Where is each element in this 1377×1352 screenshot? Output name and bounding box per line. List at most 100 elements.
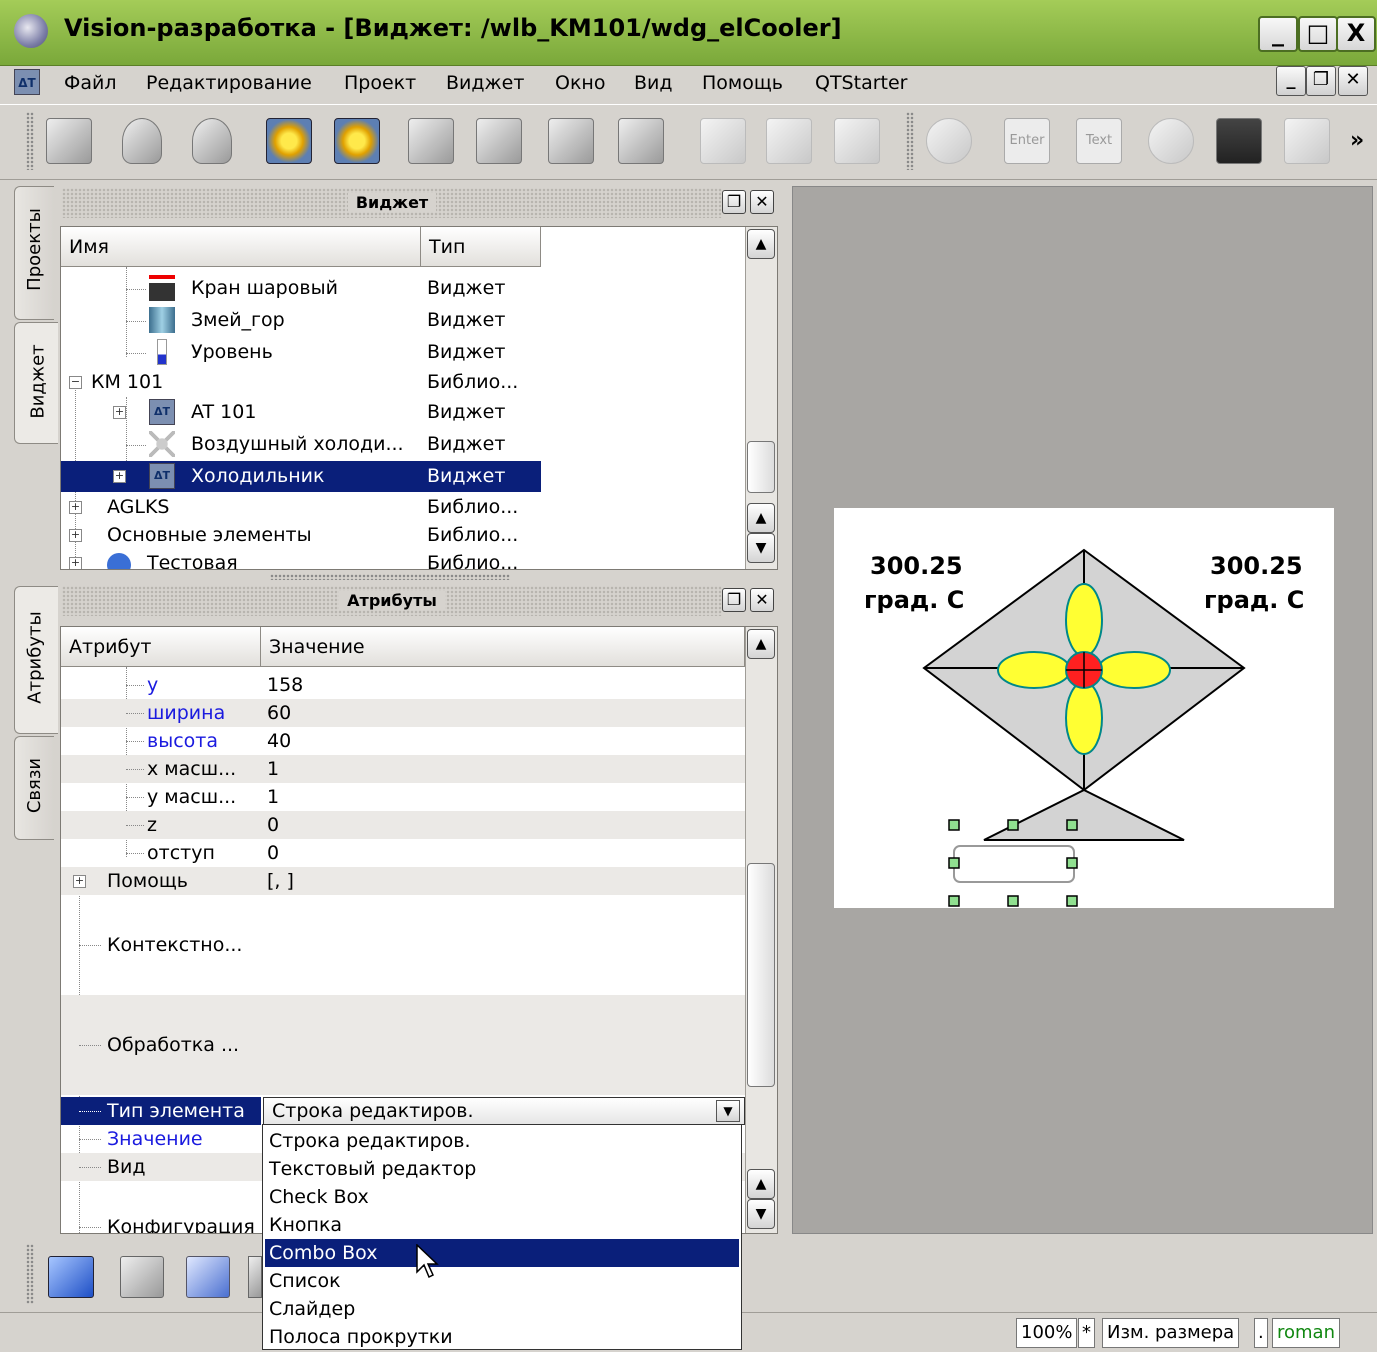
new-widget-icon[interactable] [334,118,380,164]
minimize-button[interactable]: _ [1258,16,1298,52]
expand-icon[interactable]: + [69,501,82,514]
db-load-icon[interactable] [122,118,162,164]
dropdown-option-selected[interactable]: Combo Box [265,1239,739,1267]
attr-row[interactable]: x масш... 1 [61,755,745,783]
tree-row[interactable]: + Тестовая Библио... [61,549,745,569]
menu-file[interactable]: Файл [64,72,117,94]
attributes-scrollbar[interactable]: ▲ ▲ ▼ [745,627,777,1233]
title-bar[interactable]: Vision-разработка - [Виджет: /wlb_KM101/… [0,0,1377,66]
column-name-header[interactable]: Имя [61,227,421,267]
visual-item-edit-icon[interactable] [618,118,664,164]
widget-canvas[interactable]: 300.25 град. С 300.25 град. С [834,508,1334,908]
expand-icon[interactable]: + [73,875,86,888]
close-button[interactable]: X [1336,16,1376,52]
column-attr-header[interactable]: Атрибут [61,627,261,667]
scroll-up-button-2[interactable]: ▲ [747,1169,775,1199]
scroll-down-button[interactable]: ▼ [747,1199,775,1229]
copy-icon[interactable] [766,118,812,164]
attr-row-selected[interactable]: Тип элемента [61,1097,261,1125]
scroll-up-button-2[interactable]: ▲ [747,503,775,533]
toolbar-more-icon[interactable]: » [1350,128,1364,153]
mdi-restore-button[interactable]: ❐ [1306,66,1336,96]
attr-dock-title[interactable]: Атрибуты [62,586,722,616]
tab-projects[interactable]: Проекты [14,186,54,320]
menu-edit[interactable]: Редактирование [146,72,312,94]
expand-icon[interactable]: + [113,470,126,483]
tree-row[interactable]: + ΔT AT 101 Виджет [61,397,745,428]
diagram-element-icon[interactable] [1216,118,1262,164]
level-up-icon[interactable] [186,1256,230,1298]
menu-project[interactable]: Проект [344,72,416,94]
text-element-icon[interactable]: Text [1076,118,1122,164]
menu-view[interactable]: Вид [634,72,673,94]
attr-value[interactable]: 60 [267,699,291,727]
element-type-dropdown[interactable]: Строка редактиров. Текстовый редактор Ch… [262,1124,742,1350]
toolbar-grip[interactable] [26,112,34,170]
paste-icon[interactable] [834,118,880,164]
new-library-icon[interactable] [266,118,312,164]
menu-window[interactable]: Окно [555,72,605,94]
scroll-thumb[interactable] [747,863,775,1087]
cut-icon[interactable] [700,118,746,164]
widget-dock-close-button[interactable]: ✕ [750,190,774,214]
scroll-down-button[interactable]: ▼ [747,533,775,563]
attr-row[interactable]: ширина 60 [61,699,745,727]
db-save-icon[interactable] [192,118,232,164]
element-type-combobox[interactable]: Строка редактиров. ▼ [263,1097,745,1125]
expand-icon[interactable]: + [113,406,126,419]
attr-row[interactable]: z 0 [61,811,745,839]
expand-icon[interactable]: + [69,557,82,569]
dropdown-option[interactable]: Строка редактиров. [269,1127,471,1155]
raise-widget-icon[interactable] [48,1256,94,1298]
attr-row-tall[interactable]: Обработка ... [61,995,745,1095]
user-indicator[interactable]: roman [1272,1318,1340,1348]
tab-attributes[interactable]: Атрибуты [14,586,58,734]
attr-value[interactable]: 0 [267,839,279,867]
tab-links[interactable]: Связи [14,736,54,840]
attr-row[interactable]: отступ 0 [61,839,745,867]
toolbar-grip-2[interactable] [906,112,914,170]
tree-row[interactable]: + Основные элементы Библио... [61,521,745,549]
column-value-header[interactable]: Значение [261,627,745,667]
dropdown-option[interactable]: Слайдер [269,1295,355,1323]
chevron-down-icon[interactable]: ▼ [716,1100,740,1122]
maximize-button[interactable]: □ [1298,16,1338,52]
level-down-icon[interactable] [248,1256,262,1298]
form-element-icon[interactable]: Enter [1004,118,1050,164]
dock-splitter[interactable] [270,574,510,580]
attr-dock-float-button[interactable]: ❐ [722,588,746,612]
tree-row[interactable]: Воздушный холоди... Виджет [61,429,745,460]
bottom-toolbar-grip[interactable] [26,1244,34,1304]
edit-mode-indicator[interactable]: Изм. размера [1102,1318,1240,1348]
attr-value[interactable]: 0 [267,811,279,839]
menu-widget[interactable]: Виджет [446,72,524,94]
attr-row-tall[interactable]: Контекстно... [61,895,745,995]
attr-value[interactable]: 1 [267,755,279,783]
dropdown-option[interactable]: Кнопка [269,1211,342,1239]
attr-value[interactable]: [, ] [267,867,294,895]
widget-dock-float-button[interactable]: ❐ [722,190,746,214]
attr-row[interactable]: y 158 [61,671,745,699]
dropdown-option[interactable]: Check Box [269,1183,369,1211]
tree-row[interactable]: Кран шаровый Виджет [61,273,745,304]
tree-row[interactable]: − КМ 101 Библио... [61,367,745,398]
attr-value[interactable]: 1 [267,783,279,811]
attr-row[interactable]: y масш... 1 [61,783,745,811]
menu-help[interactable]: Помощь [702,72,783,94]
tree-row[interactable]: Змей_гор Виджет [61,305,745,336]
scroll-thumb[interactable] [747,441,775,493]
tree-row-selected[interactable]: + ΔT Холодильник Виджет [61,461,541,492]
mdi-minimize-button[interactable]: _ [1276,66,1306,96]
attr-value[interactable]: 40 [267,727,291,755]
tree-row[interactable]: + AGLKS Библио... [61,493,745,521]
zoom-indicator[interactable]: 100% [1016,1318,1078,1348]
expand-icon[interactable]: + [69,529,82,542]
scroll-up-button[interactable]: ▲ [747,229,775,259]
attr-row[interactable]: + Помощь [, ] [61,867,745,895]
run-project-icon[interactable] [46,118,92,164]
scroll-up-button[interactable]: ▲ [747,629,775,659]
menu-qtstarter[interactable]: QTStarter [815,72,907,94]
attr-row[interactable]: высота 40 [61,727,745,755]
protocol-element-icon[interactable] [1284,118,1330,164]
column-type-header[interactable]: Тип [421,227,541,267]
